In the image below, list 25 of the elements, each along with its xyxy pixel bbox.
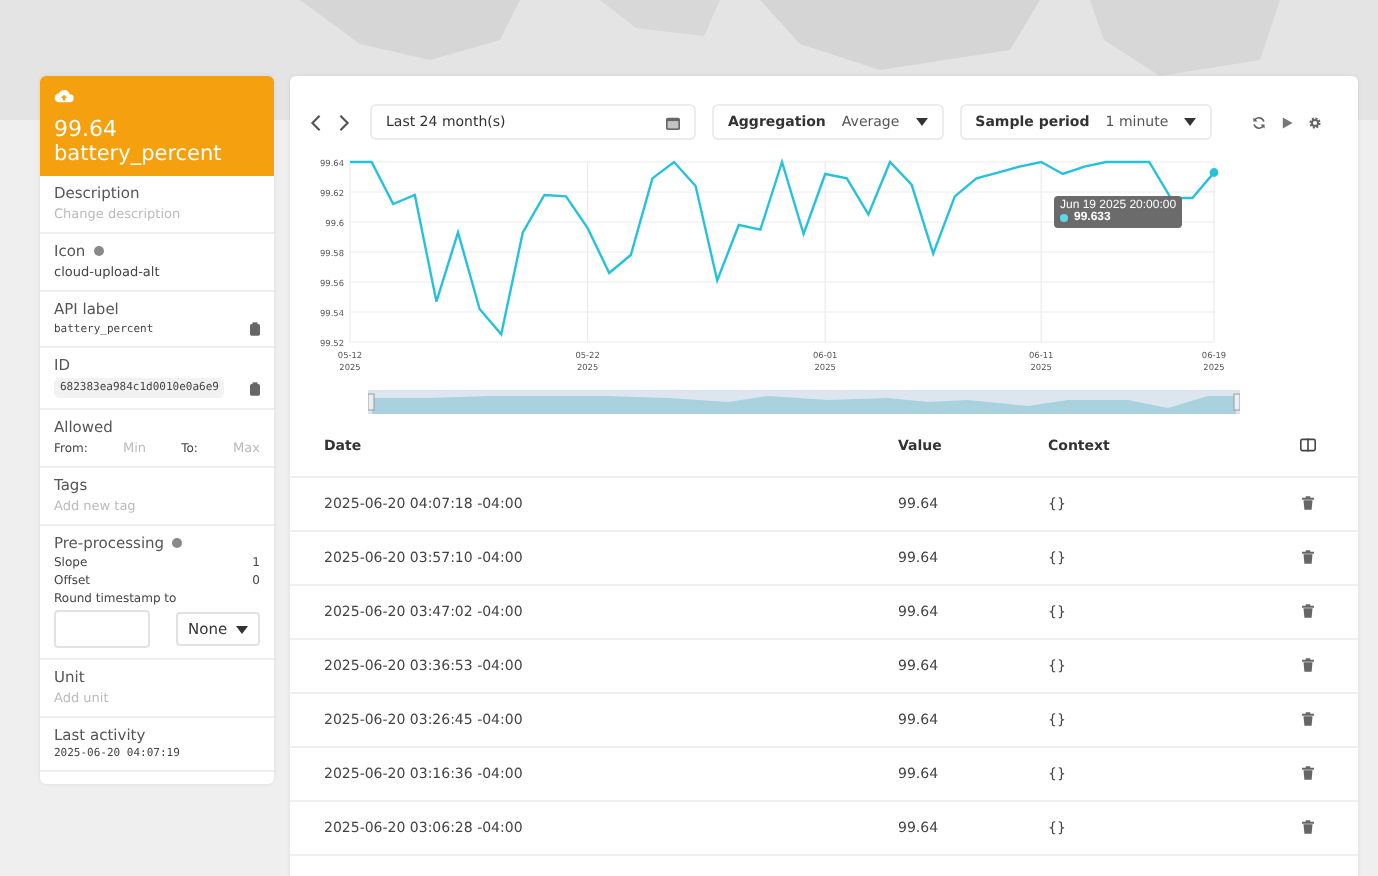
caret-icon	[236, 625, 248, 633]
play-icon[interactable]	[1280, 115, 1295, 129]
clipboard-icon[interactable]	[250, 322, 260, 336]
columns-icon[interactable]	[1300, 437, 1316, 451]
info-icon	[93, 246, 104, 256]
trash-icon[interactable]	[1302, 765, 1314, 779]
trash-icon[interactable]	[1302, 657, 1314, 671]
round-input-field[interactable]	[54, 610, 150, 648]
next-icon[interactable]	[338, 113, 350, 131]
sensor-name: battery_percent	[54, 142, 224, 166]
info-icon	[172, 538, 183, 548]
data-point	[1209, 168, 1219, 177]
settings-icon[interactable]	[1308, 115, 1323, 129]
trash-icon[interactable]	[1302, 603, 1314, 617]
trash-icon[interactable]	[1302, 549, 1314, 563]
cloud-upload-icon	[54, 88, 74, 104]
trash-icon[interactable]	[1302, 495, 1314, 509]
refresh-icon[interactable]	[1252, 115, 1267, 129]
trash-icon[interactable]	[1302, 819, 1314, 833]
trash-icon[interactable]	[1302, 711, 1314, 725]
calendar-icon[interactable]	[666, 115, 680, 129]
clipboard-icon[interactable]	[250, 381, 260, 395]
previous-icon[interactable]	[310, 113, 322, 131]
series-dot-icon	[1060, 214, 1068, 223]
sensor-value: 99.64	[54, 116, 119, 142]
